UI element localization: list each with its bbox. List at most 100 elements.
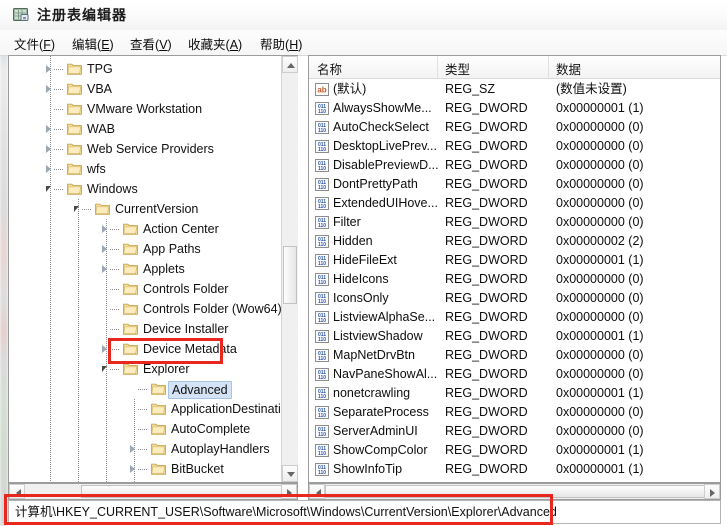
- window-title-bar: 注册表编辑器: [0, 0, 727, 30]
- tree-scroll-down-button[interactable]: [282, 465, 298, 482]
- registry-value-row[interactable]: 011 110 AutoCheckSelect REG_DWORD 0x00000000…: [309, 118, 720, 137]
- tree-expand-arrow-closed[interactable]: [46, 85, 51, 93]
- value-type: REG_SZ: [445, 82, 496, 96]
- tree-connector: [110, 289, 120, 290]
- registry-value-row[interactable]: 011 110 ListviewShadow REG_DWORD 0x00000001 …: [309, 327, 720, 346]
- tree-scroll-thumb[interactable]: [283, 246, 297, 304]
- svg-text:110: 110: [318, 432, 326, 438]
- tree-item-label: Controls Folder (Wow64): [143, 302, 281, 316]
- svg-text:110: 110: [318, 147, 326, 153]
- tree-expand-arrow-closed[interactable]: [46, 165, 51, 173]
- value-name: HideFileExt: [333, 253, 397, 267]
- value-data: 0x00000002 (2): [556, 234, 644, 248]
- tree-horizontal-scrollbar[interactable]: [8, 483, 298, 500]
- registry-value-row[interactable]: 011 110 ListviewAlphaSe... REG_DWORD 0x00000…: [309, 308, 720, 327]
- registry-value-row[interactable]: 011 110 HideIcons REG_DWORD 0x00000000 (0): [309, 270, 720, 289]
- tree-connector: [110, 369, 120, 370]
- tree-expand-arrow-closed[interactable]: [46, 65, 51, 73]
- registry-tree-pane[interactable]: TPG VBA VMware Workstation WAB Web Service P…: [8, 55, 298, 483]
- registry-value-row[interactable]: 011 110 ServerAdminUI REG_DWORD 0x00000000 (…: [309, 422, 720, 441]
- folder-icon: [123, 222, 138, 235]
- registry-value-row[interactable]: 011 110 Hidden REG_DWORD 0x00000002 (2): [309, 232, 720, 251]
- value-type: REG_DWORD: [445, 253, 528, 267]
- menu-file[interactable]: 文件(F): [14, 34, 55, 53]
- registry-value-row[interactable]: 011 110 DisablePreviewD... REG_DWORD 0x00000…: [309, 156, 720, 175]
- column-header-data[interactable]: 数据: [556, 59, 581, 78]
- folder-icon: [123, 302, 138, 315]
- dword-value-icon: 011 110: [315, 292, 329, 305]
- column-divider-1[interactable]: [437, 56, 438, 78]
- value-data: 0x00000000 (0): [556, 177, 644, 191]
- folder-icon: [67, 182, 82, 195]
- tree-connector: [54, 109, 64, 110]
- folder-icon: [67, 122, 82, 135]
- registry-value-row[interactable]: 011 110 DontPrettyPath REG_DWORD 0x00000000 …: [309, 175, 720, 194]
- tree-hscroll-thumb[interactable]: [81, 485, 286, 498]
- tree-expand-arrow-open[interactable]: [46, 186, 51, 192]
- registry-value-row[interactable]: 011 110 Filter REG_DWORD 0x00000000 (0): [309, 213, 720, 232]
- value-data: 0x00000000 (0): [556, 405, 644, 419]
- menu-view[interactable]: 查看(V): [130, 34, 172, 53]
- tree-scroll-up-button[interactable]: [282, 56, 298, 73]
- registry-value-row[interactable]: 011 110 ExtendedUIHove... REG_DWORD 0x000000…: [309, 194, 720, 213]
- values-hscroll-thumb[interactable]: [325, 485, 705, 498]
- registry-value-row[interactable]: 011 110 NavPaneShowAl... REG_DWORD 0x0000000…: [309, 365, 720, 384]
- dword-value-icon: 011 110: [315, 273, 329, 286]
- value-name: AlwaysShowMe...: [333, 101, 432, 115]
- folder-icon: [67, 142, 82, 155]
- value-type: REG_DWORD: [445, 196, 528, 210]
- value-name: ShowCompColor: [333, 443, 428, 457]
- registry-value-row[interactable]: 011 110 DesktopLivePrev... REG_DWORD 0x00000…: [309, 137, 720, 156]
- value-data: 0x00000000 (0): [556, 158, 644, 172]
- values-horizontal-scrollbar[interactable]: [308, 483, 721, 500]
- tree-expand-arrow-closed[interactable]: [46, 125, 51, 133]
- svg-text:110: 110: [318, 128, 326, 134]
- registry-value-row[interactable]: 011 110 HideFileExt REG_DWORD 0x00000001 (1): [309, 251, 720, 270]
- folder-icon: [67, 82, 82, 95]
- column-divider-2[interactable]: [548, 56, 549, 78]
- tree-hscroll-left-button[interactable]: [9, 484, 25, 499]
- dword-value-icon: 011 110: [315, 235, 329, 248]
- menu-favorites[interactable]: 收藏夹(A): [188, 34, 242, 53]
- registry-value-row[interactable]: ab (默认) REG_SZ (数值未设置): [309, 80, 720, 99]
- tree-connector: [110, 309, 120, 310]
- folder-icon: [151, 402, 166, 415]
- registry-value-row[interactable]: 011 110 AlwaysShowMe... REG_DWORD 0x00000001…: [309, 99, 720, 118]
- value-type: REG_DWORD: [445, 329, 528, 343]
- column-header-name[interactable]: 名称: [317, 59, 342, 78]
- tree-guide-line: [134, 399, 135, 482]
- registry-value-row[interactable]: 011 110 MapNetDrvBtn REG_DWORD 0x00000000 (0…: [309, 346, 720, 365]
- tree-expand-arrow-closed[interactable]: [46, 145, 51, 153]
- value-name: DisablePreviewD...: [333, 158, 439, 172]
- column-header-type[interactable]: 类型: [445, 59, 470, 78]
- dword-value-icon: 011 110: [315, 311, 329, 324]
- value-data: 0x00000001 (1): [556, 101, 644, 115]
- folder-icon: [123, 342, 138, 355]
- tree-connector: [54, 129, 64, 130]
- tree-connector: [138, 469, 148, 470]
- tree-connector: [54, 89, 64, 90]
- dword-value-icon: 011 110: [315, 463, 329, 476]
- menu-edit[interactable]: 编辑(E): [72, 34, 114, 53]
- registry-values-pane[interactable]: 名称 类型 数据 ab (默认) REG_SZ (数值未设置) 011 110 Always…: [308, 55, 721, 483]
- value-name: ListviewShadow: [333, 329, 423, 343]
- registry-value-row[interactable]: 011 110 nonetcrawling REG_DWORD 0x00000001 (…: [309, 384, 720, 403]
- window-title: 注册表编辑器: [37, 7, 127, 23]
- tree-hscroll-right-button[interactable]: [281, 484, 297, 499]
- registry-value-row[interactable]: 011 110 ShowCompColor REG_DWORD 0x00000001 (…: [309, 441, 720, 460]
- values-hscroll-left-button[interactable]: [309, 484, 325, 499]
- tree-connector: [54, 149, 64, 150]
- tree-connector: [110, 269, 120, 270]
- value-type: REG_DWORD: [445, 348, 528, 362]
- folder-icon: [151, 382, 166, 395]
- dword-value-icon: 011 110: [315, 444, 329, 457]
- tree-guide-line: [78, 199, 79, 482]
- tree-vertical-scrollbar[interactable]: [281, 56, 298, 482]
- tree-item-label: Windows: [87, 182, 138, 196]
- values-hscroll-right-button[interactable]: [704, 484, 720, 499]
- value-name: nonetcrawling: [333, 386, 411, 400]
- menu-help[interactable]: 帮助(H): [260, 34, 302, 53]
- registry-value-row[interactable]: 011 110 SeparateProcess REG_DWORD 0x00000000…: [309, 403, 720, 422]
- registry-value-row[interactable]: 011 110 IconsOnly REG_DWORD 0x00000000 (0): [309, 289, 720, 308]
- registry-value-row[interactable]: 011 110 ShowInfoTip REG_DWORD 0x00000001 (1): [309, 460, 720, 479]
